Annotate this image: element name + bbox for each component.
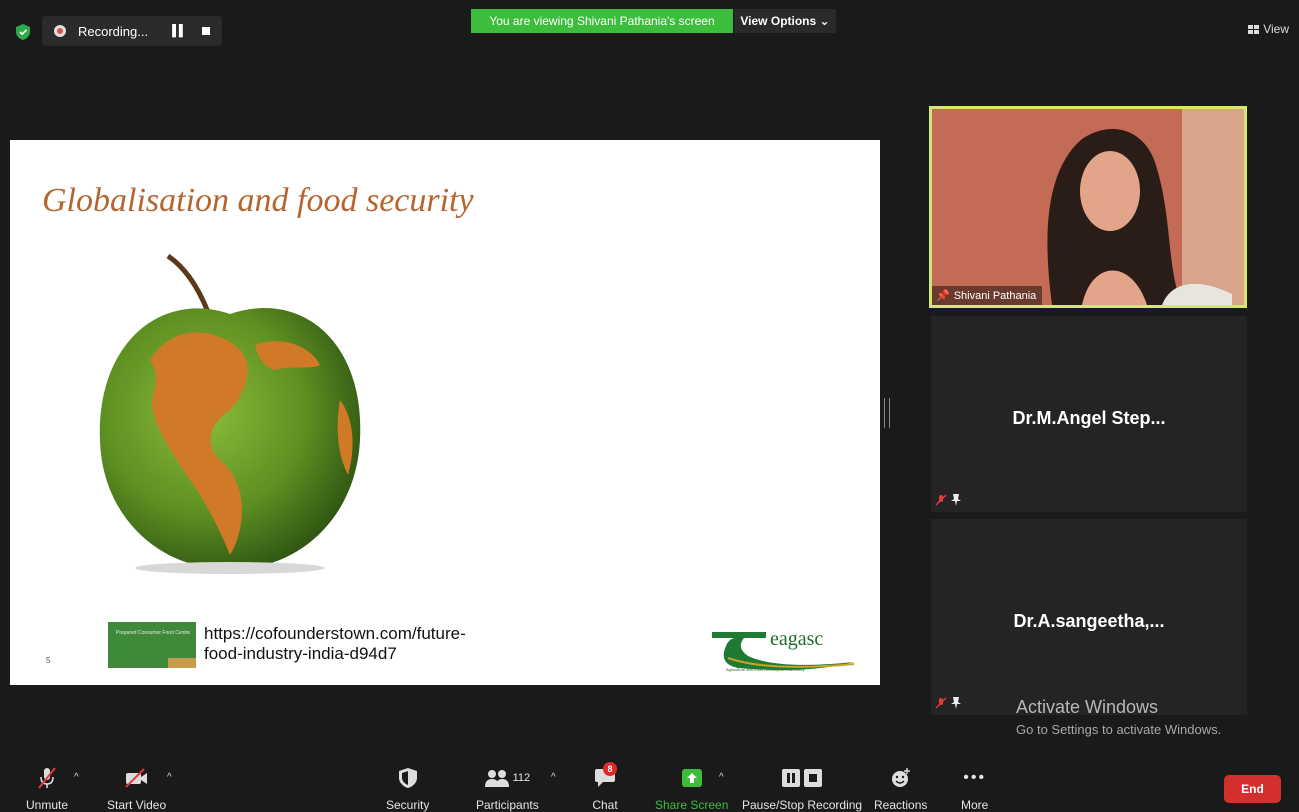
- pin-icon: [951, 494, 961, 506]
- chat-button[interactable]: 8 Chat: [592, 762, 618, 812]
- slide-number: 5: [46, 656, 51, 665]
- pin-icon: 📌: [936, 290, 950, 302]
- muted-mic-icon: [935, 494, 947, 506]
- share-screen-button[interactable]: Share Screen: [655, 766, 728, 812]
- gallery-grid-icon: [1248, 24, 1260, 34]
- top-bar: Recording... ▌▌ You are viewing Shivani …: [0, 0, 1299, 60]
- recording-label: Recording...: [78, 23, 149, 39]
- video-options-caret-icon[interactable]: ^: [167, 772, 172, 783]
- start-video-label: Start Video: [107, 798, 167, 812]
- stop-recording-icon[interactable]: [201, 27, 210, 35]
- chat-unread-badge: 8: [603, 762, 617, 776]
- share-options-caret-icon[interactable]: ^: [719, 772, 724, 783]
- participant-status-icons: [935, 494, 961, 506]
- globe-apple-image: [99, 253, 361, 574]
- source-thumbnail-image: Prepared Consumer Food Centre: [108, 622, 196, 668]
- activate-windows-hint: Go to Settings to activate Windows.: [1016, 722, 1222, 737]
- recording-dot-icon: [54, 25, 66, 37]
- pin-icon: [951, 697, 961, 709]
- participants-icon: [484, 770, 509, 787]
- reactions-button[interactable]: Reactions: [874, 766, 927, 812]
- video-off-icon: [124, 768, 147, 788]
- slide-link-line2: food-industry-india-d94d7: [204, 644, 397, 663]
- thumbnail-text: Prepared Consumer Food Centre: [116, 630, 191, 636]
- view-label: View: [1263, 22, 1289, 36]
- smiley-plus-icon: [891, 768, 910, 787]
- unmute-button[interactable]: Unmute: [26, 766, 68, 812]
- meeting-toolbar: Unmute ^ Start Video ^ Security 112 Part…: [0, 752, 1299, 812]
- muted-mic-icon: [935, 697, 947, 709]
- chevron-down-icon: ⌄: [819, 14, 830, 28]
- view-button[interactable]: View: [1248, 22, 1289, 36]
- participant-name: Dr.A.sangeetha,...: [1013, 611, 1165, 631]
- participants-label: Participants: [476, 798, 539, 812]
- active-speaker-video-tile[interactable]: 📌 Shivani Pathania: [929, 106, 1247, 308]
- speaker-video-feed: [932, 109, 1244, 305]
- slide-source-link[interactable]: https://cofounderstown.com/future- food-…: [204, 624, 466, 664]
- security-button[interactable]: Security: [386, 766, 429, 812]
- share-screen-label: Share Screen: [655, 798, 729, 812]
- reactions-label: Reactions: [874, 798, 928, 812]
- panel-resize-handle[interactable]: [884, 398, 890, 428]
- view-options-label: View Options: [740, 14, 817, 28]
- speaker-name-label: 📌 Shivani Pathania: [932, 286, 1043, 305]
- shield-icon: [398, 768, 417, 788]
- share-screen-icon: [681, 769, 702, 787]
- participants-count: 112: [512, 772, 531, 784]
- end-meeting-button[interactable]: End: [1224, 775, 1281, 803]
- participants-button[interactable]: 112 Participants: [476, 766, 539, 812]
- slide-title: Globalisation and food security: [42, 182, 474, 219]
- pause-stop-recording-button[interactable]: Pause/Stop Recording: [742, 766, 862, 812]
- viewing-screen-banner: You are viewing Shivani Pathania's scree…: [471, 9, 733, 33]
- more-button[interactable]: ••• More: [961, 766, 988, 812]
- teagasc-logo-word: eagasc: [770, 628, 824, 650]
- pause-recording-icon[interactable]: ▌▌: [172, 25, 187, 37]
- security-label: Security: [386, 798, 430, 812]
- stop-icon: [804, 769, 823, 787]
- teagasc-logo-subtitle: Agriculture and Food Development Authori…: [726, 667, 805, 672]
- chat-label: Chat: [592, 798, 618, 812]
- participant-tile[interactable]: Dr.A.sangeetha,...: [931, 519, 1247, 715]
- start-video-button[interactable]: Start Video: [107, 766, 166, 812]
- security-shield-icon[interactable]: [16, 24, 30, 40]
- audio-options-caret-icon[interactable]: ^: [74, 772, 79, 783]
- recording-indicator: Recording... ▌▌: [42, 16, 222, 46]
- speaker-name: Shivani Pathania: [953, 289, 1037, 302]
- more-dots-icon: •••: [963, 769, 987, 786]
- pause-icon: [782, 769, 801, 787]
- muted-microphone-icon: [38, 767, 56, 789]
- participant-name: Dr.M.Angel Step...: [1012, 408, 1166, 428]
- pause-stop-recording-label: Pause/Stop Recording: [742, 798, 863, 812]
- participant-status-icons: [935, 697, 961, 709]
- activate-windows-title: Activate Windows: [1016, 697, 1159, 717]
- shared-screen-slide: Globalisation and food security 5 Prepar…: [10, 140, 880, 685]
- unmute-label: Unmute: [26, 798, 69, 812]
- participant-tile[interactable]: Dr.M.Angel Step...: [931, 316, 1247, 512]
- participants-options-caret-icon[interactable]: ^: [551, 772, 556, 783]
- slide-link-line1: https://cofounderstown.com/future-: [204, 624, 466, 643]
- view-options-button[interactable]: View Options ⌄: [734, 9, 836, 33]
- more-label: More: [961, 798, 989, 812]
